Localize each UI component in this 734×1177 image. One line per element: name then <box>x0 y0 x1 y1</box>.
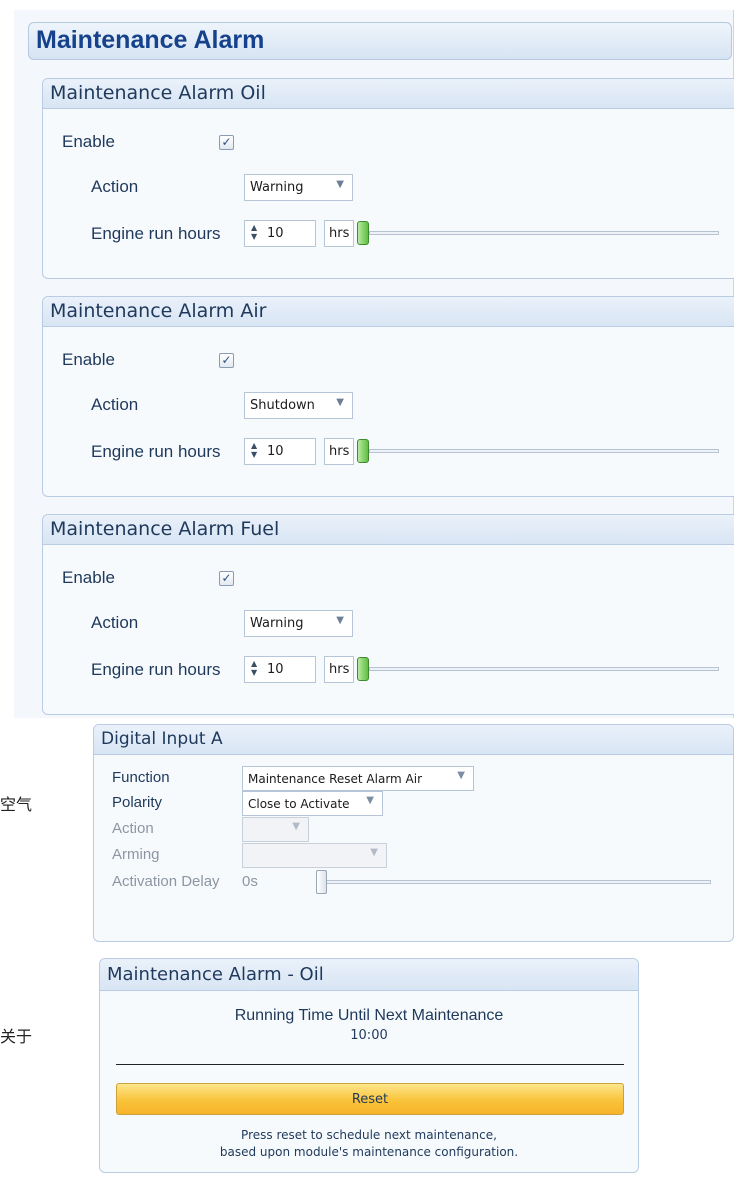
polarity-label: Polarity <box>112 794 163 811</box>
action-label: Action <box>112 820 154 837</box>
status-panel-header: Maintenance Alarm - Oil <box>100 959 638 991</box>
divider <box>116 1064 624 1065</box>
enable-label: Enable <box>62 568 115 587</box>
chevron-down-icon: ▼ <box>292 821 300 832</box>
action-select-value: Warning <box>250 180 304 195</box>
function-label: Function <box>112 769 170 786</box>
hours-spinner-air[interactable]: ▲ ▼ 10 <box>244 438 316 465</box>
spin-arrows-icon[interactable]: ▲ ▼ <box>251 223 257 241</box>
spin-arrows-icon[interactable]: ▲ ▼ <box>251 659 257 677</box>
running-time-value: 10:00 <box>350 1028 388 1043</box>
polarity-select[interactable]: Close to Activate ▼ <box>242 791 383 816</box>
hours-value: 10 <box>267 226 284 241</box>
chevron-down-icon: ▼ <box>366 795 374 806</box>
function-select[interactable]: Maintenance Reset Alarm Air ▼ <box>242 766 474 791</box>
group-header: Maintenance Alarm Fuel <box>43 515 734 545</box>
enable-label: Enable <box>62 350 115 369</box>
action-select-fuel[interactable]: Warning ▼ <box>244 610 353 637</box>
action-select-value: Warning <box>250 616 304 631</box>
hours-slider-thumb-oil[interactable] <box>357 221 369 245</box>
chevron-down-icon: ▼ <box>336 615 344 626</box>
hours-unit: hrs <box>324 438 354 465</box>
hours-slider-track-oil[interactable] <box>369 231 719 235</box>
arming-select-disabled[interactable]: ▼ <box>242 843 387 868</box>
reset-hint-line-1: Press reset to schedule next maintenance… <box>241 1128 497 1142</box>
activation-delay-value: 0s <box>242 873 258 890</box>
chevron-down-icon: ▼ <box>457 770 465 781</box>
maintenance-alarm-oil-status-panel: Maintenance Alarm - Oil Running Time Unt… <box>99 958 639 1173</box>
arming-label: Arming <box>112 846 160 863</box>
hours-label: Engine run hours <box>91 224 221 243</box>
hours-slider-track-air[interactable] <box>369 449 719 453</box>
group-maintenance-alarm-fuel: Maintenance Alarm Fuel Enable ✓ Action W… <box>42 514 734 715</box>
action-select-value: Shutdown <box>250 398 315 413</box>
spin-arrows-icon[interactable]: ▲ ▼ <box>251 441 257 459</box>
action-select-air[interactable]: Shutdown ▼ <box>244 392 353 419</box>
action-select-oil[interactable]: Warning ▼ <box>244 174 353 201</box>
chevron-down-icon: ▼ <box>336 179 344 190</box>
hours-unit: hrs <box>324 220 354 247</box>
chevron-down-icon: ▼ <box>370 847 378 858</box>
action-label: Action <box>91 613 139 632</box>
enable-checkbox-air[interactable]: ✓ <box>219 353 234 368</box>
action-select-disabled[interactable]: ▼ <box>242 817 309 842</box>
hours-value: 10 <box>267 662 284 677</box>
digital-input-panel: Digital Input A Function Maintenance Res… <box>93 724 734 942</box>
activation-delay-slider-track[interactable] <box>326 880 711 884</box>
maintenance-alarm-panel: Maintenance Alarm Maintenance Alarm Oil … <box>14 10 734 718</box>
action-label: Action <box>91 395 139 414</box>
enable-label: Enable <box>62 132 115 151</box>
side-note-air: 空气 <box>0 795 33 814</box>
hours-value: 10 <box>267 444 284 459</box>
page-title: Maintenance Alarm <box>28 22 732 60</box>
group-maintenance-alarm-air: Maintenance Alarm Air Enable ✓ Action Sh… <box>42 296 734 497</box>
chevron-down-icon: ▼ <box>336 397 344 408</box>
function-select-value: Maintenance Reset Alarm Air <box>248 772 423 786</box>
group-maintenance-alarm-oil: Maintenance Alarm Oil Enable ✓ Action Wa… <box>42 78 734 279</box>
hours-label: Engine run hours <box>91 660 221 679</box>
reset-button[interactable]: Reset <box>116 1083 624 1115</box>
hours-unit: hrs <box>324 656 354 683</box>
hours-slider-thumb-fuel[interactable] <box>357 657 369 681</box>
hours-spinner-oil[interactable]: ▲ ▼ 10 <box>244 220 316 247</box>
enable-checkbox-fuel[interactable]: ✓ <box>219 571 234 586</box>
group-header: Maintenance Alarm Air <box>43 297 734 327</box>
action-label: Action <box>91 177 139 196</box>
hours-slider-track-fuel[interactable] <box>369 667 719 671</box>
hours-slider-thumb-air[interactable] <box>357 439 369 463</box>
enable-checkbox-oil[interactable]: ✓ <box>219 135 234 150</box>
activation-delay-label: Activation Delay <box>112 873 220 890</box>
running-time-title: Running Time Until Next Maintenance <box>234 1007 504 1024</box>
side-note-about: 关于 <box>0 1027 33 1046</box>
activation-delay-slider-thumb[interactable] <box>316 870 327 894</box>
hours-label: Engine run hours <box>91 442 221 461</box>
polarity-select-value: Close to Activate <box>248 797 350 811</box>
group-header: Maintenance Alarm Oil <box>43 79 734 109</box>
hours-spinner-fuel[interactable]: ▲ ▼ 10 <box>244 656 316 683</box>
reset-hint-line-2: based upon module's maintenance configur… <box>219 1145 519 1159</box>
digital-input-header: Digital Input A <box>94 725 733 755</box>
